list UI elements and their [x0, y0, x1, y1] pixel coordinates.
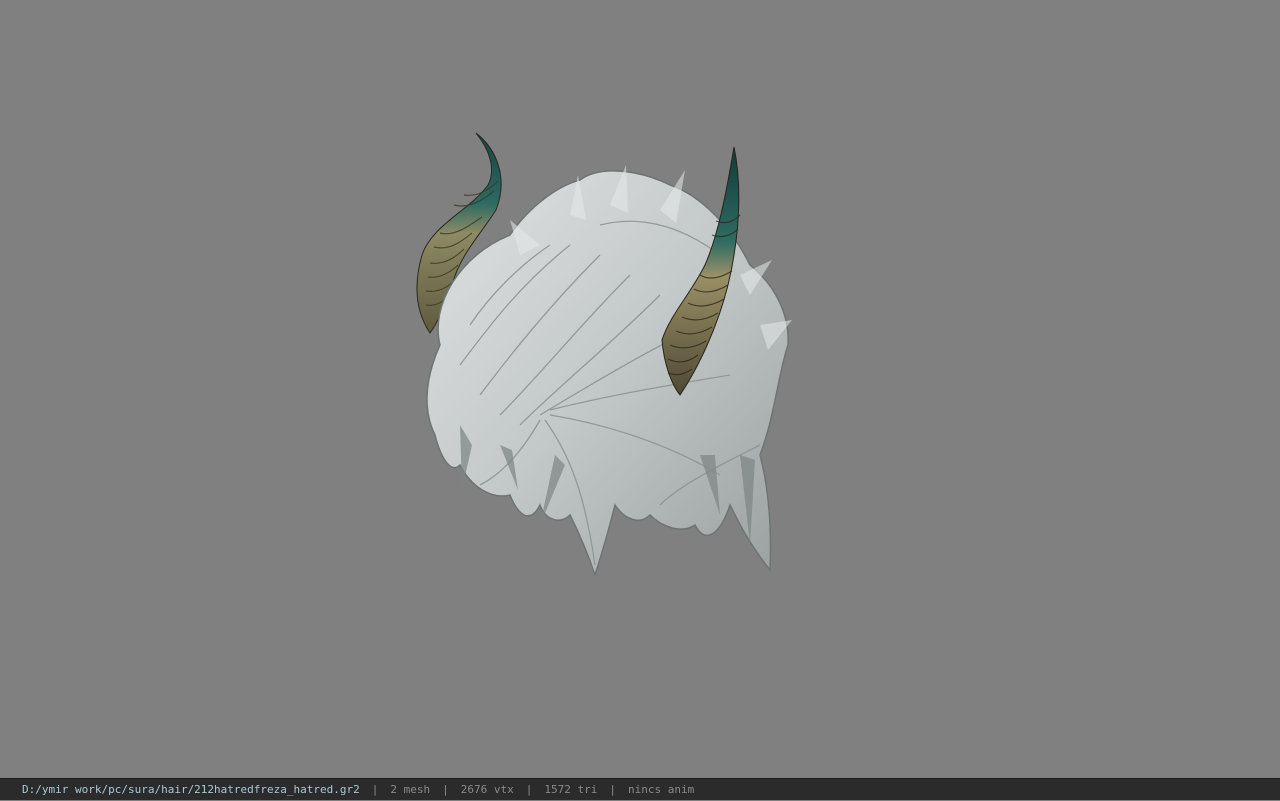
status-separator: |	[442, 782, 449, 796]
status-separator: |	[525, 782, 533, 796]
status-separator: |	[609, 782, 616, 796]
animation-status: nincs anim	[627, 782, 695, 796]
status-bar: D:/ymir work/pc/sura/hair/212hatredfreza…	[0, 778, 1280, 800]
mesh-count: 2 mesh	[390, 782, 431, 796]
vertex-count: 2676 vtx	[460, 782, 514, 796]
3d-viewport[interactable]	[0, 0, 1280, 778]
horned-hair-model	[416, 132, 792, 578]
status-separator: |	[371, 782, 379, 796]
triangle-count: 1572 tri	[544, 782, 598, 796]
file-path: D:/ymir work/pc/sura/hair/212hatredfreza…	[22, 782, 360, 796]
